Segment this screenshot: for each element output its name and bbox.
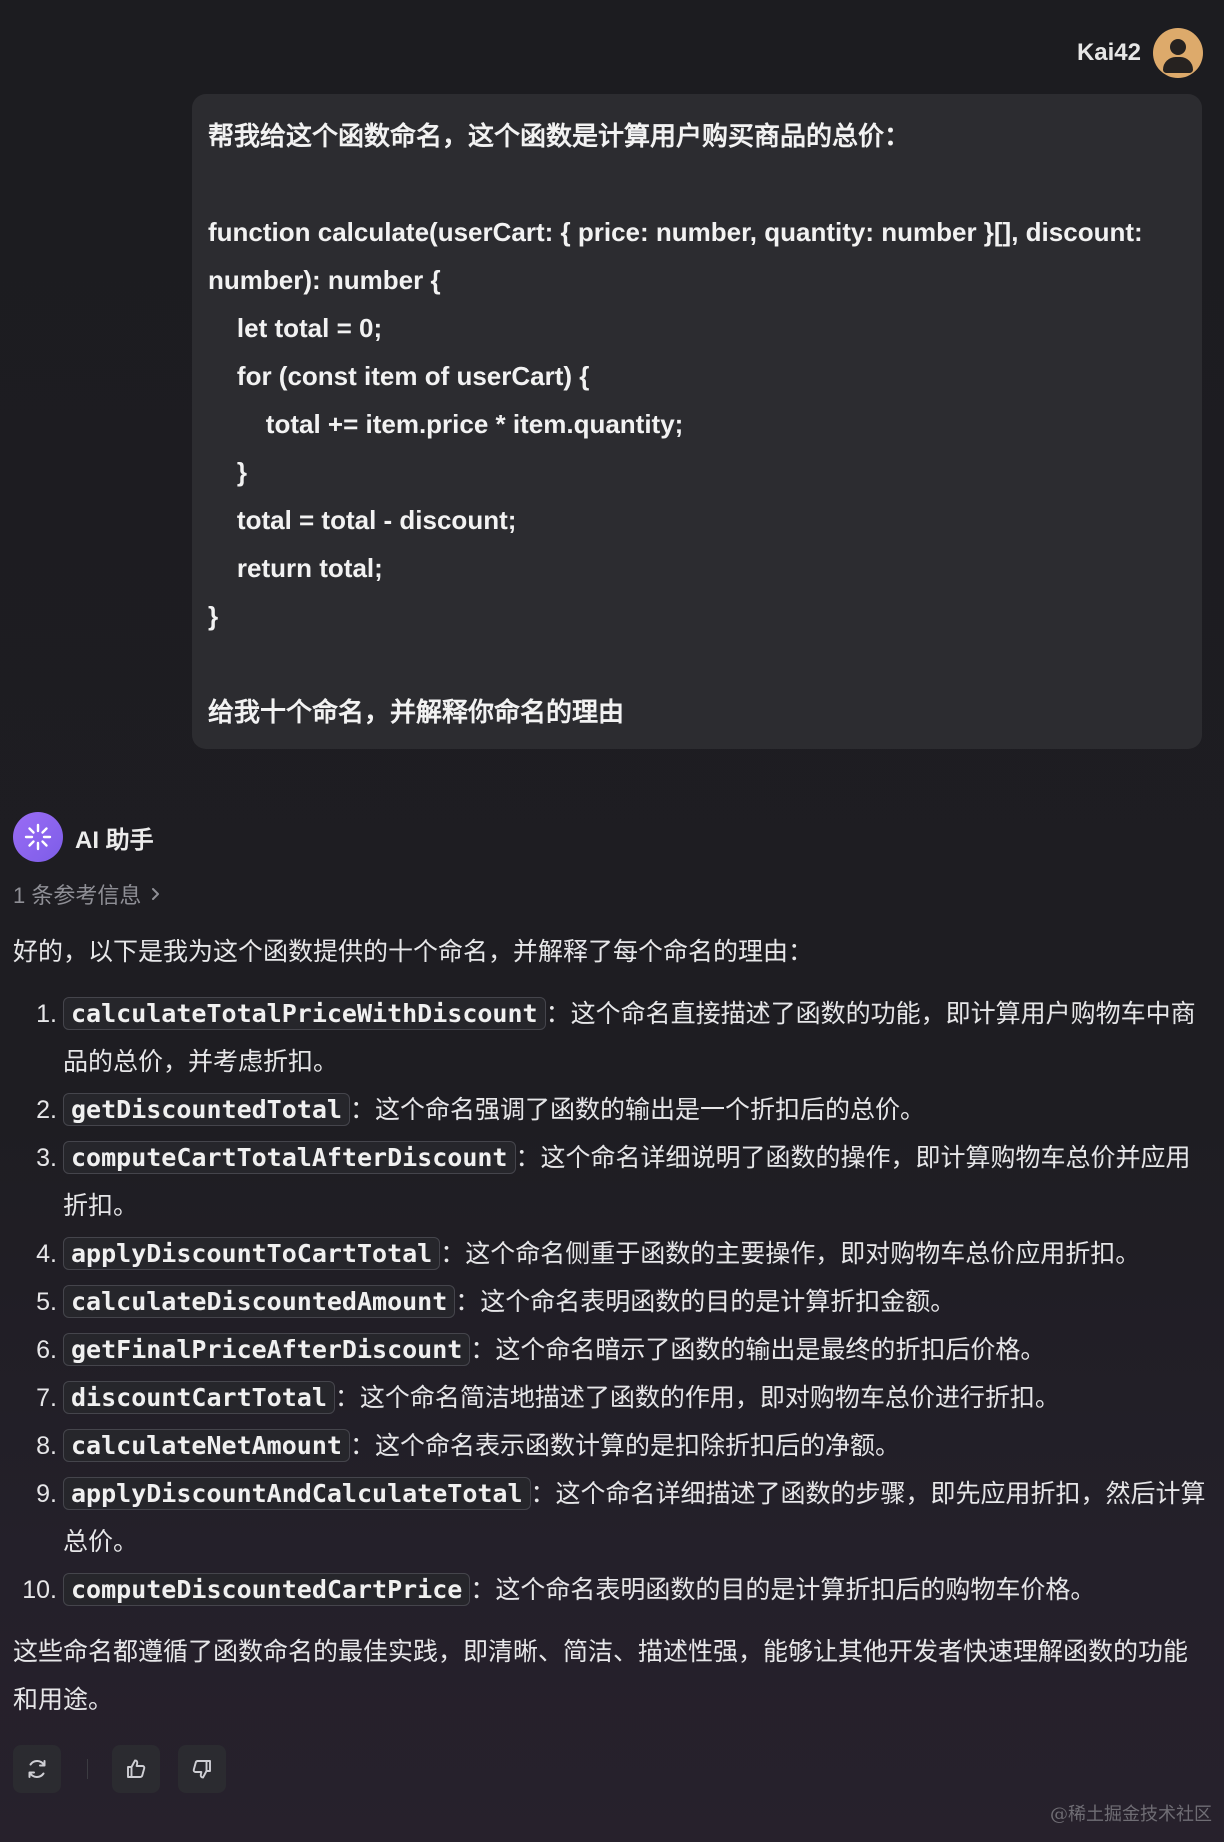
item-text: ：这个命名侧重于函数的主要操作，即对购物车总价应用折扣。	[440, 1240, 1141, 1268]
item-number: 4.	[36, 1240, 57, 1268]
message-line: for (const item of userCart) {	[208, 361, 590, 391]
message-line	[208, 160, 1186, 208]
item-number: 10.	[22, 1576, 57, 1604]
inline-code: calculateTotalPriceWithDiscount	[63, 997, 546, 1030]
message-line: 给我十个命名，并解释你命名的理由	[208, 697, 625, 727]
list-item: 4. applyDiscountToCartTotal ：这个命名侧重于函数的主要…	[13, 1230, 1208, 1278]
message-line: 帮我给这个函数命名，这个函数是计算用户购买商品的总价：	[208, 121, 911, 151]
item-number: 2.	[36, 1096, 57, 1124]
item-text: ：这个命名简洁地描述了函数的作用，即对购物车总价进行折扣。	[334, 1384, 1060, 1412]
dislike-button[interactable]	[178, 1745, 226, 1793]
answer-outro: 这些命名都遵循了函数命名的最佳实践，即清晰、简洁、描述性强，能够让其他开发者快速…	[13, 1638, 1189, 1714]
message-line: total = total - discount;	[208, 505, 517, 535]
inline-code: getDiscountedTotal	[63, 1093, 350, 1126]
avatar-person-icon	[1170, 39, 1186, 55]
refresh-icon	[28, 1760, 46, 1778]
inline-code: applyDiscountAndCalculateTotal	[63, 1477, 531, 1510]
sparkle-icon	[24, 823, 52, 851]
assistant-header: AI 助手	[13, 812, 154, 862]
answer-intro: 好的，以下是我为这个函数提供的十个命名，并解释了每个命名的理由：	[13, 938, 814, 966]
inline-code: calculateDiscountedAmount	[63, 1285, 456, 1318]
reference-info-label: 1 条参考信息	[13, 883, 142, 908]
regenerate-button[interactable]	[13, 1745, 61, 1793]
chevron-right-icon	[152, 888, 160, 900]
message-line: let total = 0;	[208, 313, 383, 343]
item-number: 5.	[36, 1288, 57, 1316]
item-text: ：这个命名暗示了函数的输出是最终的折扣后价格。	[470, 1336, 1046, 1364]
inline-code: applyDiscountToCartTotal	[63, 1237, 441, 1270]
item-number: 8.	[36, 1432, 57, 1460]
message-line: }	[208, 457, 248, 487]
reference-info-link[interactable]: 1 条参考信息	[13, 878, 163, 910]
list-item: 6. getFinalPriceAfterDiscount ：这个命名暗示了函数的…	[13, 1326, 1208, 1374]
list-item: 2. getDiscountedTotal ：这个命名强调了函数的输出是一个折扣后…	[13, 1086, 1208, 1134]
list-item: 5. calculateDiscountedAmount ：这个命名表明函数的目的…	[13, 1278, 1208, 1326]
item-number: 1.	[36, 1000, 57, 1028]
assistant-answer: 好的，以下是我为这个函数提供的十个命名，并解释了每个命名的理由： 1. calc…	[13, 928, 1208, 1724]
name-suggestion-list: 1. calculateTotalPriceWithDiscount ：这个命名直…	[13, 990, 1208, 1614]
list-item: 9. applyDiscountAndCalculateTotal ：这个命名详细…	[13, 1470, 1208, 1566]
message-line: function calculate(userCart: { price: nu…	[208, 217, 1143, 247]
list-item: 10. computeDiscountedCartPrice ：这个命名表明函数的…	[13, 1566, 1208, 1614]
message-line: }	[208, 601, 219, 631]
user-header: Kai42	[1077, 28, 1203, 78]
divider	[87, 1759, 88, 1779]
assistant-name: AI 助手	[75, 826, 154, 854]
list-item: 8. calculateNetAmount ：这个命名表示函数计算的是扣除折扣后的…	[13, 1422, 1208, 1470]
item-text: ：这个命名表明函数的目的是计算折扣金额。	[455, 1288, 956, 1316]
inline-code: computeDiscountedCartPrice	[63, 1573, 471, 1606]
inline-code: discountCartTotal	[63, 1381, 335, 1414]
list-item: 1. calculateTotalPriceWithDiscount ：这个命名直…	[13, 990, 1208, 1086]
user-name: Kai42	[1076, 39, 1141, 66]
item-text: ：这个命名表示函数计算的是扣除折扣后的净额。	[349, 1432, 900, 1460]
item-number: 6.	[36, 1336, 57, 1364]
item-text: ：这个命名强调了函数的输出是一个折扣后的总价。	[349, 1096, 925, 1124]
item-text: ：这个命名表明函数的目的是计算折扣后的购物车价格。	[470, 1576, 1096, 1604]
like-button[interactable]	[112, 1745, 160, 1793]
message-actions	[13, 1745, 226, 1793]
inline-code: computeCartTotalAfterDiscount	[63, 1141, 516, 1174]
inline-code: getFinalPriceAfterDiscount	[63, 1333, 471, 1366]
item-number: 7.	[36, 1384, 57, 1412]
inline-code: calculateNetAmount	[63, 1429, 350, 1462]
item-number: 9.	[36, 1480, 57, 1508]
assistant-avatar	[13, 812, 63, 862]
message-line: return total;	[208, 553, 383, 583]
thumbs-up-icon	[127, 1759, 146, 1778]
user-avatar[interactable]	[1153, 28, 1203, 78]
item-number: 3.	[36, 1144, 57, 1172]
watermark: @稀土掘金技术社区	[1050, 1804, 1212, 1825]
thumbs-down-icon	[192, 1760, 211, 1779]
user-message-bubble: 帮我给这个函数命名，这个函数是计算用户购买商品的总价： function cal…	[192, 94, 1202, 749]
list-item: 3. computeCartTotalAfterDiscount ：这个命名详细说…	[13, 1134, 1208, 1230]
message-line: total += item.price * item.quantity;	[208, 409, 684, 439]
message-line: number): number {	[208, 265, 441, 295]
message-line	[208, 640, 1186, 688]
list-item: 7. discountCartTotal ：这个命名简洁地描述了函数的作用，即对购…	[13, 1374, 1208, 1422]
